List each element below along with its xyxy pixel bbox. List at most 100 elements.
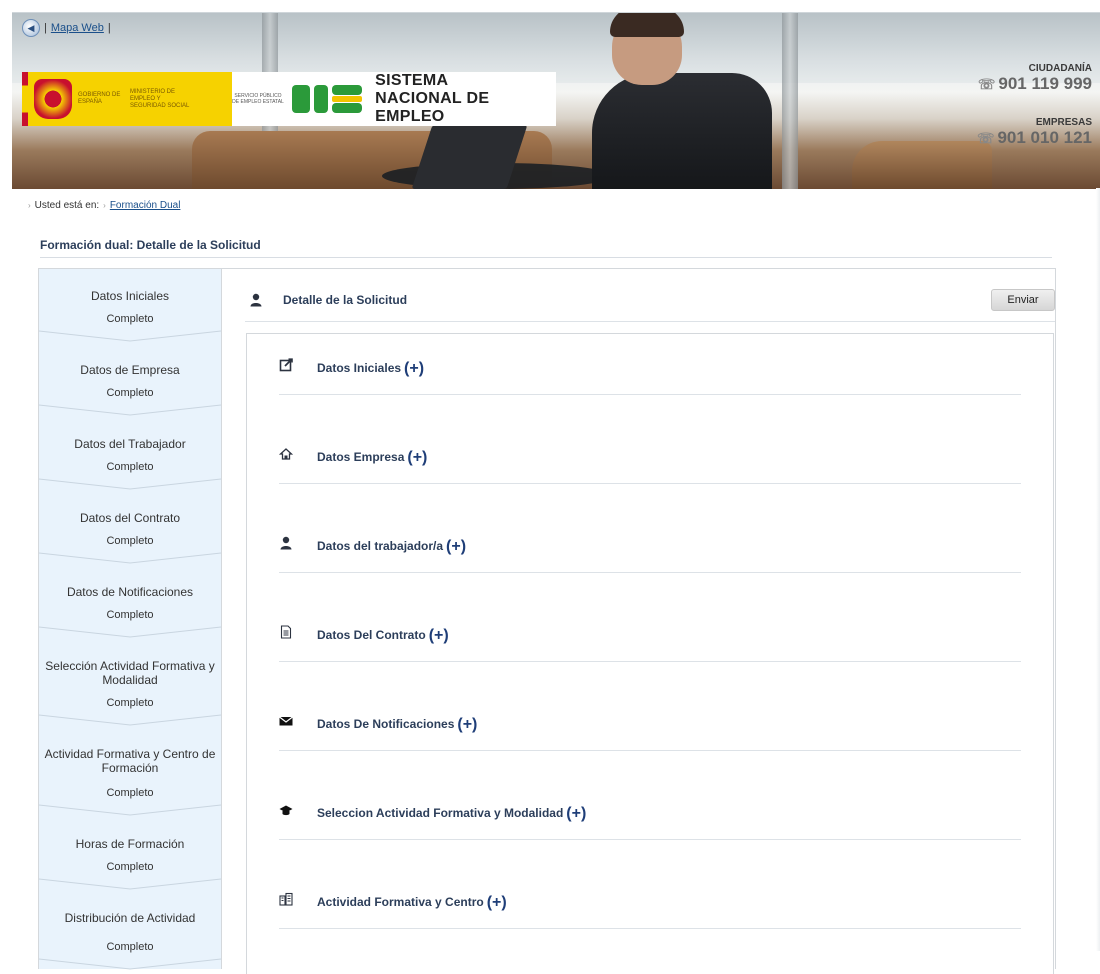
section-label: Datos De Notificaciones [317, 717, 455, 731]
phone-icon: ☏ [976, 130, 995, 146]
sitemap-link[interactable]: Mapa Web [51, 22, 104, 34]
breadcrumb-arrow-icon: › [103, 201, 106, 210]
step-title: Datos del Contrato [79, 511, 181, 525]
section-row: Datos Del Contrato (+) [279, 601, 1021, 662]
sne-title-line1: SISTEMA [375, 72, 449, 89]
detail-header: Detalle de la Solicitud Enviar [245, 289, 1055, 322]
gov-logo-text: GOBIERNO DE ESPAÑA [78, 92, 121, 105]
detail-heading: Detalle de la Solicitud [283, 293, 408, 307]
expand-toggle[interactable]: (+) [487, 894, 507, 911]
section-title: Datos Empresa (+) [317, 449, 427, 467]
section-title: Datos del trabajador/a (+) [317, 538, 466, 556]
graduation-cap-icon [279, 805, 293, 816]
banner-window-frame [782, 13, 798, 189]
expand-toggle[interactable]: (+) [446, 538, 466, 555]
request-detail-panel: Datos Iniciales Completo Datos de Empresa C… [38, 268, 1056, 974]
breadcrumb-prefix: Usted está en: [34, 200, 100, 211]
section-row: Datos del trabajador/a (+) [279, 512, 1021, 573]
phone-icon: ☏ [977, 76, 996, 92]
spain-flag-icon [22, 72, 28, 126]
step-navigation: Datos Iniciales Completo Datos de Empresa C… [39, 269, 222, 970]
step-status: Completo [106, 461, 154, 473]
page-edge [1096, 188, 1100, 951]
step-item[interactable]: Selección Actividad Formativa y Modalida… [39, 637, 221, 726]
section-label: Seleccion Actividad Formativa y Modalida… [317, 806, 564, 820]
expand-toggle[interactable]: (+) [407, 449, 427, 466]
sne-title-line2: NACIONAL DE EMPLEO [375, 90, 490, 125]
section-row: Datos De Notificaciones (+) [279, 690, 1021, 751]
step-title: Datos de Notificaciones [66, 585, 194, 599]
step-status: Completo [106, 697, 154, 709]
building-icon [279, 892, 293, 906]
expand-toggle[interactable]: (+) [457, 716, 477, 733]
step-title: Distribución de Actividad [64, 911, 196, 925]
step-item[interactable]: Datos del Contrato Completo [39, 489, 221, 564]
separator: | [44, 22, 47, 34]
step-item[interactable]: Datos del Trabajador Completo [39, 415, 221, 490]
breadcrumb-link-formacion-dual[interactable]: Formación Dual [110, 200, 181, 211]
section-row: Datos Empresa (+) [279, 423, 1021, 484]
document-icon [280, 625, 292, 639]
step-status: Completo [106, 313, 154, 325]
contact-number: 901 010 121 [997, 128, 1092, 147]
step-title: Datos Iniciales [90, 289, 170, 303]
home-icon [279, 448, 293, 460]
envelope-icon [279, 716, 293, 726]
send-button[interactable]: Enviar [991, 289, 1055, 311]
sepe-logo[interactable]: SERVICIO PÚBLICO DE EMPLEO ESTATAL [232, 72, 284, 126]
gobierno-espana-logo[interactable]: GOBIERNO DE ESPAÑA MINISTERIO DE EMPLEO … [22, 72, 250, 126]
step-title: Actividad Formativa y Centro de Formació… [44, 747, 216, 775]
section-title: Seleccion Actividad Formativa y Modalida… [317, 805, 586, 823]
coat-of-arms-icon [34, 79, 72, 119]
speaker-icon[interactable]: ◀ [22, 19, 40, 37]
user-icon [280, 536, 292, 550]
contact-label: EMPRESAS [1035, 117, 1092, 128]
step-item[interactable]: Actividad Formativa y Centro de Formació… [39, 725, 221, 816]
section-row: Datos Iniciales (+) [279, 334, 1021, 395]
step-status: Completo [106, 387, 154, 399]
section-label: Datos Iniciales [317, 361, 402, 375]
breadcrumb: › Usted está en: › Formación Dual [28, 200, 180, 211]
page-title: Formación dual: Detalle de la Solicitud [40, 238, 1052, 258]
expand-toggle[interactable]: (+) [429, 627, 449, 644]
contact-companies: EMPRESAS ☏ 901 010 121 [977, 117, 1092, 148]
step-item[interactable]: Horas de Formación Completo [39, 815, 221, 890]
edit-icon [279, 358, 293, 372]
step-title: Selección Actividad Formativa y Modalida… [45, 659, 215, 687]
top-utility-bar: ◀ | Mapa Web | [22, 19, 111, 37]
step-item[interactable]: Distribución de Actividad Completo [39, 889, 221, 970]
sepe-logo-text: SERVICIO PÚBLICO DE EMPLEO ESTATAL [232, 93, 284, 105]
step-status: Completo [106, 787, 154, 799]
breadcrumb-arrow-icon: › [28, 201, 31, 210]
contact-citizens: CIUDADANÍA ☏ 901 119 999 [978, 63, 1092, 94]
section-label: Datos Empresa [317, 450, 405, 464]
expand-toggle[interactable]: (+) [566, 805, 586, 822]
section-title: Datos Iniciales (+) [317, 360, 424, 378]
banner-chair [852, 141, 992, 189]
step-status: Completo [106, 861, 154, 873]
user-icon [250, 293, 262, 307]
separator: | [107, 22, 111, 34]
section-title: Actividad Formativa y Centro (+) [317, 894, 507, 912]
sne-title: SISTEMA NACIONAL DE EMPLEO [375, 72, 556, 126]
step-item[interactable]: Datos de Empresa Completo [39, 341, 221, 416]
step-item[interactable]: Datos Iniciales Completo [39, 269, 221, 342]
section-label: Datos del trabajador/a [317, 539, 444, 553]
contact-label: CIUDADANÍA [1028, 63, 1092, 74]
step-status: Completo [106, 609, 154, 621]
expand-toggle[interactable]: (+) [404, 360, 424, 377]
section-title: Datos Del Contrato (+) [317, 627, 449, 645]
section-title: Datos De Notificaciones (+) [317, 716, 477, 734]
step-title: Horas de Formación [75, 837, 185, 851]
step-title: Datos de Empresa [80, 363, 180, 377]
ministry-logo-text: MINISTERIO DE EMPLEO Y SEGURIDAD SOCIAL [130, 88, 190, 109]
step-item[interactable]: Datos de Notificaciones Completo [39, 563, 221, 638]
contact-number: 901 119 999 [998, 74, 1092, 93]
sne-mark-icon [292, 81, 362, 117]
step-status: Completo [106, 941, 154, 953]
section-row: Actividad Formativa y Centro (+) [279, 868, 1021, 929]
section-label: Datos Del Contrato [317, 628, 426, 642]
sne-logo[interactable]: SISTEMA NACIONAL DE EMPLEO [284, 72, 556, 126]
step-chevron [39, 958, 221, 970]
step-title: Datos del Trabajador [74, 437, 186, 451]
